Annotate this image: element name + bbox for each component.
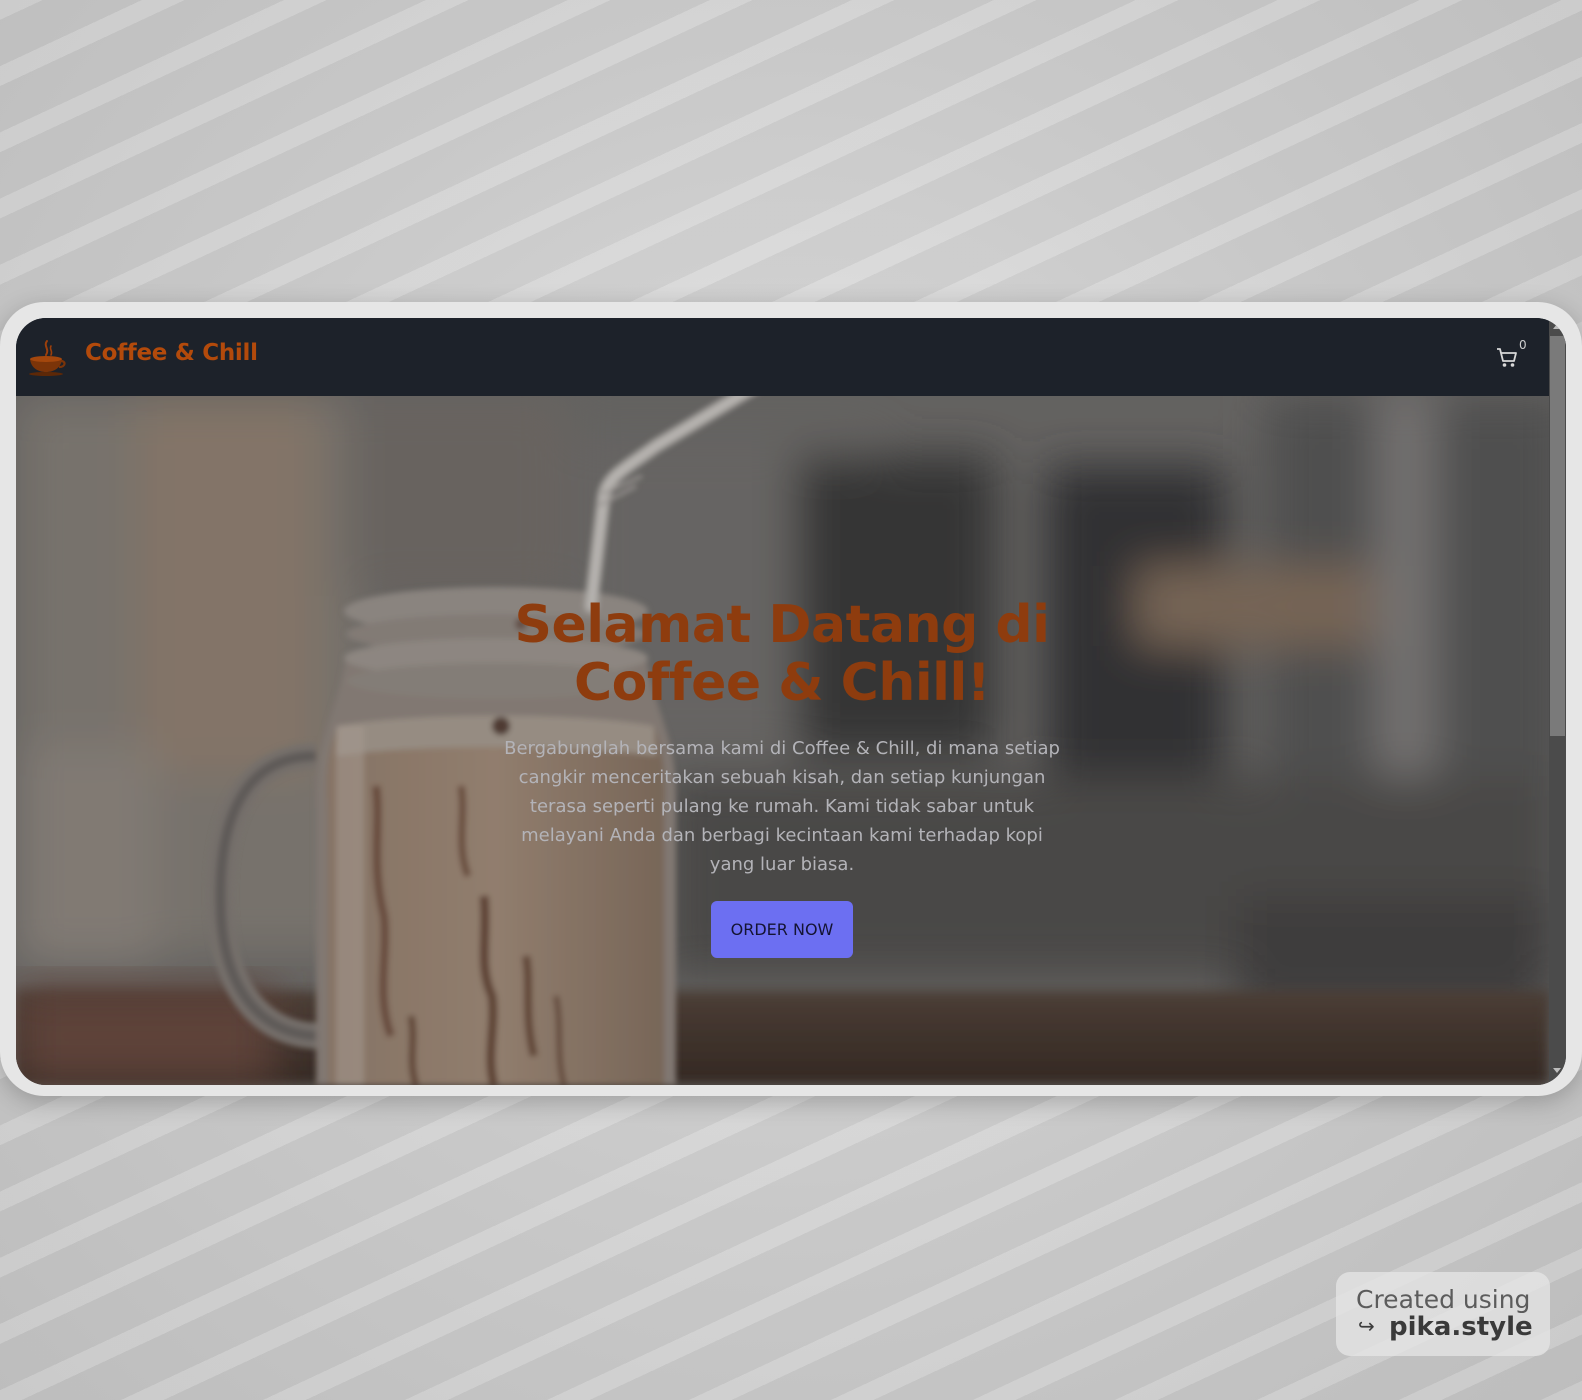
watermark-line1: Created using bbox=[1356, 1285, 1531, 1314]
coffee-cup-icon[interactable] bbox=[26, 337, 66, 377]
pika-watermark: Created using ↪ pika.style bbox=[1336, 1272, 1550, 1356]
hero-title: Selamat Datang di Coffee & Chill! bbox=[432, 596, 1132, 712]
hero-description: Bergabunglah bersama kami di Coffee & Ch… bbox=[504, 738, 1060, 875]
hero-title-line1: Selamat Datang di bbox=[514, 595, 1050, 655]
scroll-down-arrow-icon[interactable] bbox=[1553, 1068, 1561, 1073]
hero-content: Selamat Datang di Coffee & Chill! Bergab… bbox=[16, 396, 1549, 1085]
vertical-scrollbar[interactable] bbox=[1549, 318, 1566, 1085]
brand-name[interactable]: Coffee & Chill bbox=[85, 340, 258, 366]
scroll-up-arrow-icon[interactable] bbox=[1553, 324, 1561, 329]
order-now-button[interactable]: ORDER NOW bbox=[711, 901, 853, 958]
navbar: Coffee & Chill 0 bbox=[16, 318, 1549, 396]
shopping-cart-icon[interactable] bbox=[1496, 345, 1518, 369]
browser-viewport: Coffee & Chill 0 Selamat Datang di Coffe… bbox=[16, 318, 1566, 1085]
hero-title-line2: Coffee & Chill! bbox=[573, 653, 991, 713]
cart-count-badge: 0 bbox=[1519, 338, 1527, 352]
return-arrow-icon: ↪ bbox=[1358, 1314, 1375, 1338]
watermark-line2: pika.style bbox=[1389, 1312, 1533, 1342]
scrollbar-thumb[interactable] bbox=[1550, 336, 1565, 736]
hero-section: Selamat Datang di Coffee & Chill! Bergab… bbox=[16, 396, 1549, 1085]
